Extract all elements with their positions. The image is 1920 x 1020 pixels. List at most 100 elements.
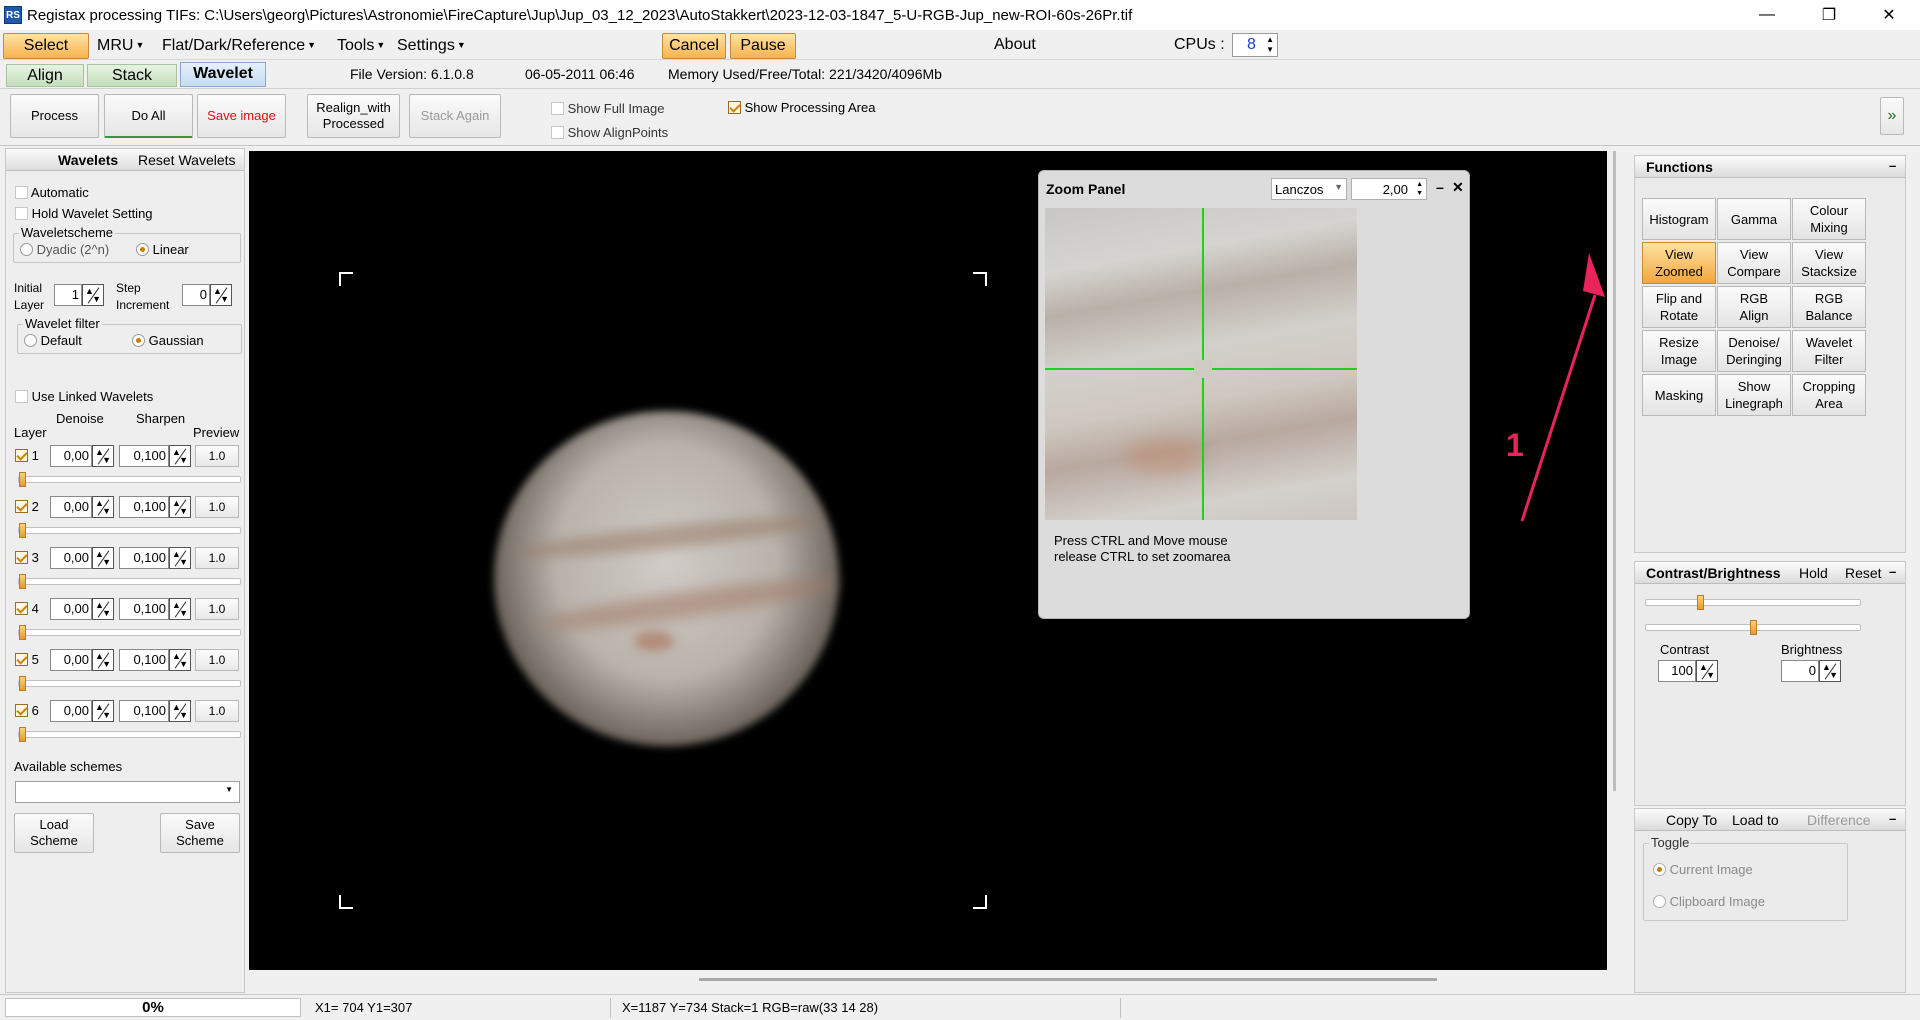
function-masking-button[interactable]: Masking bbox=[1642, 374, 1716, 416]
layer-slider-thumb[interactable] bbox=[19, 625, 26, 640]
layer-enable-checkbox[interactable]: 5 bbox=[15, 652, 39, 667]
denoise-spinner[interactable]: ▲ ▼ bbox=[92, 445, 114, 467]
cancel-button[interactable]: Cancel bbox=[662, 33, 726, 59]
function-colour-mixing-button[interactable]: Colour Mixing bbox=[1792, 198, 1866, 240]
function-gamma-button[interactable]: Gamma bbox=[1717, 198, 1791, 240]
denoise-spinner[interactable]: ▲ ▼ bbox=[92, 496, 114, 518]
show-processing-area-checkbox[interactable]: Show Processing Area bbox=[728, 100, 875, 115]
about-link[interactable]: About bbox=[992, 33, 1038, 57]
denoise-spinner[interactable]: ▲ ▼ bbox=[92, 598, 114, 620]
menu-flat-dark-reference[interactable]: Flat/Dark/Reference ▼ bbox=[160, 33, 318, 57]
preview-button[interactable]: 1.0 bbox=[195, 598, 239, 620]
layer-enable-checkbox[interactable]: 2 bbox=[15, 499, 39, 514]
minimize-zoom-panel-button[interactable]: – bbox=[1436, 179, 1444, 195]
sharpen-input[interactable]: 0,100 bbox=[119, 598, 169, 620]
step-increment-spinner[interactable]: ▲ ▼ bbox=[210, 284, 232, 306]
layer-enable-checkbox[interactable]: 3 bbox=[15, 550, 39, 565]
function-flip-and-rotate-button[interactable]: Flip and Rotate bbox=[1642, 286, 1716, 328]
copy-to-button[interactable]: Copy To bbox=[1666, 812, 1717, 828]
function-rgb-align-button[interactable]: RGB Align bbox=[1717, 286, 1791, 328]
schemes-dropdown[interactable]: ▼ bbox=[15, 781, 240, 803]
cpus-select[interactable]: 8 ▲ ▼ bbox=[1232, 33, 1278, 57]
preview-button[interactable]: 1.0 bbox=[195, 547, 239, 569]
tab-align[interactable]: Align bbox=[6, 64, 84, 87]
sharpen-input[interactable]: 0,100 bbox=[119, 496, 169, 518]
hold-button[interactable]: Hold bbox=[1799, 565, 1828, 581]
initial-layer-spinner[interactable]: ▲ ▼ bbox=[82, 284, 104, 306]
horizontal-scroll-thumb[interactable] bbox=[699, 978, 1437, 981]
denoise-input[interactable]: 0,00 bbox=[50, 445, 92, 467]
function-rgb-balance-button[interactable]: RGB Balance bbox=[1792, 286, 1866, 328]
denoise-input[interactable]: 0,00 bbox=[50, 700, 92, 722]
sharpen-input[interactable]: 0,100 bbox=[119, 445, 169, 467]
difference-button[interactable]: Difference bbox=[1807, 812, 1871, 828]
sharpen-spinner[interactable]: ▲ ▼ bbox=[169, 445, 191, 467]
sharpen-input[interactable]: 0,100 bbox=[119, 649, 169, 671]
layer-enable-checkbox[interactable]: 4 bbox=[15, 601, 39, 616]
denoise-input[interactable]: 0,00 bbox=[50, 496, 92, 518]
sharpen-spinner[interactable]: ▲ ▼ bbox=[169, 598, 191, 620]
function-resize-image-button[interactable]: Resize Image bbox=[1642, 330, 1716, 372]
contrast-slider-thumb[interactable] bbox=[1697, 595, 1704, 610]
layer-slider-thumb[interactable] bbox=[19, 727, 26, 742]
automatic-checkbox[interactable]: Automatic bbox=[15, 185, 89, 200]
layer-slider[interactable] bbox=[18, 676, 241, 691]
close-zoom-panel-button[interactable]: ✕ bbox=[1452, 179, 1464, 196]
layer-slider[interactable] bbox=[18, 574, 241, 589]
default-filter-radio[interactable]: Default bbox=[24, 333, 82, 348]
tab-wavelet[interactable]: Wavelet bbox=[180, 62, 266, 87]
load-scheme-button[interactable]: Load Scheme bbox=[14, 813, 94, 853]
preview-button[interactable]: 1.0 bbox=[195, 700, 239, 722]
denoise-input[interactable]: 0,00 bbox=[50, 598, 92, 620]
tab-stack[interactable]: Stack bbox=[87, 64, 177, 87]
sharpen-spinner[interactable]: ▲ ▼ bbox=[169, 496, 191, 518]
save-scheme-button[interactable]: Save Scheme bbox=[160, 813, 240, 853]
denoise-spinner[interactable]: ▲ ▼ bbox=[92, 700, 114, 722]
process-button[interactable]: Process bbox=[10, 94, 99, 138]
preview-button[interactable]: 1.0 bbox=[195, 445, 239, 467]
vertical-scroll-thumb[interactable] bbox=[1613, 151, 1616, 791]
reset-wavelets-button[interactable]: Reset Wavelets bbox=[138, 152, 236, 168]
layer-slider[interactable] bbox=[18, 472, 241, 487]
menu-mru[interactable]: MRU ▼ bbox=[95, 33, 146, 57]
sharpen-input[interactable]: 0,100 bbox=[119, 547, 169, 569]
function-wavelet-filter-button[interactable]: Wavelet Filter bbox=[1792, 330, 1866, 372]
zoom-factor-input[interactable]: 2,00 ▲ ▼ bbox=[1351, 178, 1427, 200]
dyadic-radio[interactable]: Dyadic (2^n) bbox=[20, 242, 109, 257]
step-increment-input[interactable]: 0 bbox=[182, 284, 210, 306]
menu-tools[interactable]: Tools ▼ bbox=[335, 33, 387, 57]
gaussian-filter-radio[interactable]: Gaussian bbox=[132, 333, 204, 348]
sharpen-spinner[interactable]: ▲ ▼ bbox=[169, 700, 191, 722]
denoise-spinner[interactable]: ▲ ▼ bbox=[92, 649, 114, 671]
show-alignpoints-checkbox[interactable]: Show AlignPoints bbox=[551, 125, 668, 140]
contrast-input[interactable]: 100 bbox=[1658, 660, 1696, 682]
realign-with-processed-button[interactable]: Realign_with Processed bbox=[307, 94, 400, 138]
function-view-stacksize-button[interactable]: View Stacksize bbox=[1792, 242, 1866, 284]
function-view-zoomed-button[interactable]: View Zoomed bbox=[1642, 242, 1716, 284]
layer-slider-thumb[interactable] bbox=[19, 472, 26, 487]
brightness-input[interactable]: 0 bbox=[1781, 660, 1819, 682]
sharpen-spinner[interactable]: ▲ ▼ bbox=[169, 649, 191, 671]
contrast-spinner[interactable]: ▲ ▼ bbox=[1696, 660, 1718, 682]
layer-slider-thumb[interactable] bbox=[19, 523, 26, 538]
collapse-copy-button[interactable]: – bbox=[1889, 811, 1896, 826]
denoise-spinner[interactable]: ▲ ▼ bbox=[92, 547, 114, 569]
layer-slider[interactable] bbox=[18, 727, 241, 742]
vertical-scrollbar[interactable] bbox=[1608, 151, 1622, 791]
function-show-linegraph-button[interactable]: Show Linegraph bbox=[1717, 374, 1791, 416]
zoom-filter-select[interactable]: Lanczos ▼ bbox=[1271, 178, 1347, 200]
reset-contrast-button[interactable]: Reset bbox=[1845, 565, 1882, 581]
function-view-compare-button[interactable]: View Compare bbox=[1717, 242, 1791, 284]
function-denoise-deringing-button[interactable]: Denoise/Deringing bbox=[1717, 330, 1791, 372]
denoise-input[interactable]: 0,00 bbox=[50, 649, 92, 671]
function-cropping-area-button[interactable]: Cropping Area bbox=[1792, 374, 1866, 416]
do-all-button[interactable]: Do All bbox=[104, 94, 193, 138]
horizontal-scrollbar[interactable] bbox=[249, 971, 1620, 993]
layer-slider[interactable] bbox=[18, 523, 241, 538]
layer-enable-checkbox[interactable]: 1 bbox=[15, 448, 39, 463]
collapse-functions-button[interactable]: – bbox=[1889, 158, 1896, 173]
collapse-contrast-button[interactable]: – bbox=[1889, 564, 1896, 579]
menu-settings[interactable]: Settings ▼ bbox=[395, 33, 468, 57]
brightness-spinner[interactable]: ▲ ▼ bbox=[1819, 660, 1841, 682]
stack-again-button[interactable]: Stack Again bbox=[409, 94, 501, 138]
